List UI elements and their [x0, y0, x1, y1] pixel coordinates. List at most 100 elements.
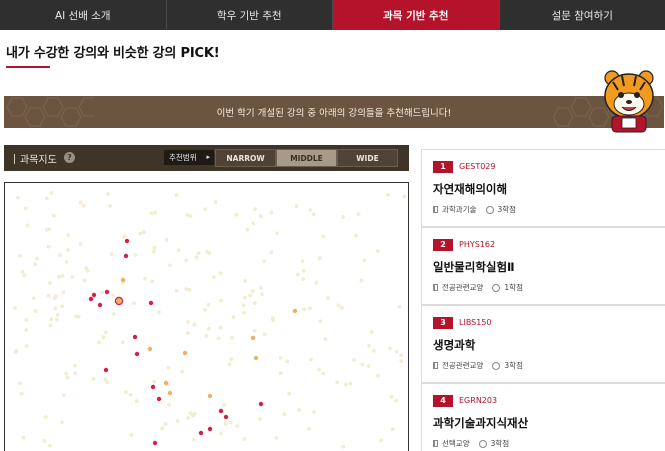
- course-dot[interactable]: [399, 359, 404, 363]
- course-dot[interactable]: [112, 312, 116, 316]
- course-dot[interactable]: [270, 316, 275, 321]
- course-dot[interactable]: [49, 317, 53, 322]
- course-dot[interactable]: [185, 331, 190, 335]
- course-dot[interactable]: [33, 309, 38, 313]
- course-dot[interactable]: [203, 207, 208, 212]
- course-dot[interactable]: [109, 252, 114, 257]
- course-dot[interactable]: [308, 306, 312, 310]
- recommended-course-dot[interactable]: [223, 414, 229, 420]
- course-dot[interactable]: [57, 274, 61, 279]
- course-dot[interactable]: [73, 371, 78, 376]
- course-dot[interactable]: [84, 266, 89, 270]
- course-dot[interactable]: [23, 206, 28, 211]
- recommendation-card[interactable]: 3 LIBS150 생명과학 전공관련교양 3학점: [421, 305, 665, 383]
- course-dot[interactable]: [275, 231, 279, 236]
- course-dot[interactable]: [64, 371, 69, 376]
- course-dot[interactable]: [388, 346, 392, 351]
- course-dot[interactable]: [31, 296, 36, 300]
- recommended-course-dot[interactable]: [103, 367, 109, 373]
- course-dot[interactable]: [133, 253, 138, 257]
- course-dot[interactable]: [262, 332, 267, 337]
- course-dot[interactable]: [251, 221, 256, 226]
- course-dot[interactable]: [219, 298, 223, 303]
- course-dot[interactable]: [206, 326, 211, 331]
- course-dot[interactable]: [18, 381, 22, 386]
- course-dot[interactable]: [340, 306, 344, 310]
- recommended-course-dot[interactable]: [207, 426, 213, 432]
- course-dot[interactable]: [367, 343, 371, 348]
- course-dot[interactable]: [399, 353, 403, 357]
- course-dot[interactable]: [168, 263, 173, 268]
- course-dot[interactable]: [394, 349, 399, 354]
- course-dot[interactable]: [376, 249, 380, 254]
- recommended-course-dot[interactable]: [150, 384, 156, 390]
- course-dot[interactable]: [243, 279, 248, 283]
- course-dot[interactable]: [19, 391, 24, 396]
- related-course-dot[interactable]: [250, 335, 256, 341]
- course-dot[interactable]: [235, 424, 240, 428]
- course-dot[interactable]: [314, 280, 319, 285]
- range-narrow-button[interactable]: NARROW: [215, 149, 276, 167]
- course-dot[interactable]: [184, 258, 189, 263]
- course-dot[interactable]: [152, 379, 157, 384]
- course-dot[interactable]: [22, 273, 27, 278]
- course-dot[interactable]: [269, 250, 274, 255]
- course-dot[interactable]: [372, 349, 376, 353]
- course-dot[interactable]: [301, 269, 306, 273]
- course-dot[interactable]: [402, 194, 407, 199]
- related-course-dot[interactable]: [147, 346, 153, 352]
- related-course-dot[interactable]: [182, 350, 188, 356]
- course-dot[interactable]: [204, 334, 209, 338]
- course-dot[interactable]: [74, 314, 78, 318]
- course-dot[interactable]: [78, 242, 83, 246]
- course-dot[interactable]: [81, 203, 86, 208]
- selected-course-dot[interactable]: [114, 296, 124, 306]
- course-dot[interactable]: [138, 231, 143, 236]
- recommended-course-dot[interactable]: [132, 334, 138, 340]
- course-dot[interactable]: [307, 426, 311, 431]
- course-dot[interactable]: [132, 301, 136, 306]
- course-dot[interactable]: [308, 208, 313, 212]
- course-dot[interactable]: [386, 192, 390, 197]
- course-dot[interactable]: [348, 381, 353, 386]
- course-dot[interactable]: [33, 262, 38, 267]
- course-dot[interactable]: [259, 285, 263, 290]
- tab-survey[interactable]: 설문 참여하기: [500, 0, 665, 30]
- course-dot[interactable]: [302, 307, 307, 312]
- course-dot[interactable]: [223, 422, 228, 426]
- course-dot[interactable]: [150, 279, 155, 284]
- recommended-course-dot[interactable]: [198, 430, 204, 436]
- course-dot[interactable]: [91, 376, 96, 381]
- course-dot[interactable]: [52, 296, 57, 301]
- course-dot[interactable]: [253, 301, 257, 305]
- recommended-course-dot[interactable]: [91, 292, 97, 298]
- course-dot[interactable]: [312, 410, 316, 414]
- course-dot[interactable]: [164, 238, 169, 242]
- course-dot[interactable]: [205, 249, 209, 254]
- course-dot[interactable]: [360, 362, 365, 367]
- course-dot[interactable]: [231, 315, 236, 320]
- course-dot[interactable]: [163, 422, 168, 426]
- course-dot[interactable]: [213, 200, 218, 204]
- course-dot[interactable]: [212, 275, 216, 280]
- recommended-course-dot[interactable]: [134, 351, 140, 357]
- range-wide-button[interactable]: WIDE: [337, 149, 398, 167]
- recommended-course-dot[interactable]: [97, 302, 103, 308]
- range-middle-button[interactable]: MIDDLE: [276, 149, 337, 167]
- course-dot[interactable]: [24, 317, 29, 322]
- course-dot[interactable]: [149, 211, 154, 216]
- course-dot[interactable]: [73, 363, 77, 368]
- course-dot[interactable]: [321, 234, 326, 239]
- course-dot[interactable]: [103, 330, 108, 335]
- course-dot[interactable]: [187, 288, 192, 292]
- course-dot[interactable]: [18, 253, 23, 258]
- course-dot[interactable]: [245, 227, 250, 232]
- course-dot[interactable]: [153, 210, 158, 215]
- related-course-dot[interactable]: [163, 380, 169, 386]
- course-dot[interactable]: [389, 394, 394, 399]
- course-dot[interactable]: [20, 270, 25, 274]
- course-dot[interactable]: [192, 322, 197, 327]
- course-dot[interactable]: [317, 256, 322, 261]
- course-dot[interactable]: [48, 281, 52, 285]
- course-dot[interactable]: [390, 427, 395, 432]
